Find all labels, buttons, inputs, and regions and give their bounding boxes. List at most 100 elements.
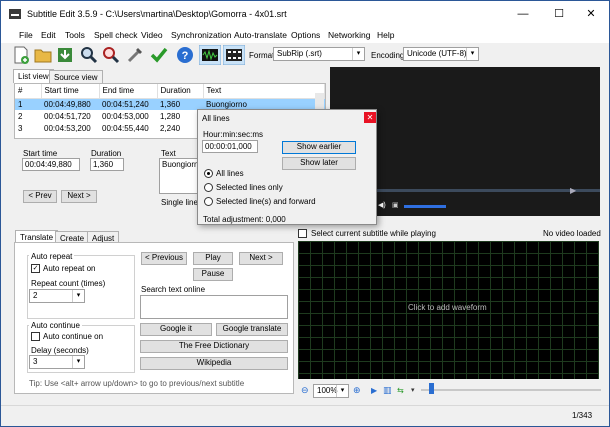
waveform-panel[interactable]: Click to add waveform xyxy=(298,241,599,379)
menu-edit[interactable]: Edit xyxy=(41,30,56,40)
replace-icon[interactable] xyxy=(101,45,121,65)
help-icon[interactable]: ? xyxy=(175,45,195,65)
menu-options[interactable]: Options xyxy=(291,30,320,40)
pause-button[interactable]: Pause xyxy=(193,268,233,281)
waveform-toggle-icon[interactable] xyxy=(199,45,221,65)
save-icon[interactable] xyxy=(55,45,75,65)
status-bar: 1/343 xyxy=(1,405,609,426)
fullscreen-icon[interactable]: ▣ xyxy=(392,201,399,209)
free-dictionary-button[interactable]: The Free Dictionary xyxy=(140,340,288,353)
search-text-input[interactable] xyxy=(140,295,288,319)
maximize-button[interactable]: ☐ xyxy=(541,1,577,27)
spell-check-icon[interactable] xyxy=(149,45,169,65)
menu-help[interactable]: Help xyxy=(377,30,394,40)
menu-bar: File Edit Tools Spell check Video Synchr… xyxy=(1,27,609,43)
close-button[interactable]: ✕ xyxy=(573,1,609,27)
menu-video[interactable]: Video xyxy=(141,30,163,40)
volume-icon[interactable]: ◀) xyxy=(378,201,386,209)
menu-auto-translate[interactable]: Auto-translate xyxy=(234,30,287,40)
menu-networking[interactable]: Networking xyxy=(328,30,371,40)
new-file-icon[interactable] xyxy=(11,45,31,65)
menu-tools[interactable]: Tools xyxy=(65,30,85,40)
table-cell: 3 xyxy=(18,123,23,133)
open-folder-icon[interactable] xyxy=(33,45,53,65)
table-cell: 00:04:49,880 xyxy=(41,98,99,110)
prev-subtitle-button[interactable]: < Prev xyxy=(23,190,57,203)
tab-list-view[interactable]: List view xyxy=(13,69,54,83)
table-header: # Start time End time Duration Text xyxy=(15,84,325,99)
zoom-out-icon[interactable]: ⊖ xyxy=(301,385,309,396)
encoding-label: Encoding xyxy=(371,51,405,60)
minimize-button[interactable]: — xyxy=(505,1,541,27)
auto-repeat-title: Auto repeat xyxy=(29,252,75,261)
zoom-select[interactable]: 100% ▾ xyxy=(313,384,349,398)
start-time-label: Start time xyxy=(23,149,58,158)
auto-repeat-checkbox[interactable]: ✓ xyxy=(31,264,40,273)
previous-button[interactable]: < Previous xyxy=(141,252,187,265)
fix-errors-icon[interactable] xyxy=(125,45,145,65)
auto-continue-checkbox[interactable] xyxy=(31,332,40,341)
delay-select[interactable]: 3 ▾ xyxy=(29,355,85,369)
adjust-all-lines-dialog: All lines ✕ Hour:min:sec:ms 00:00:01,000… xyxy=(197,109,377,225)
selected-and-forward-radio[interactable] xyxy=(204,197,213,206)
table-cell: 00:04:51,720 xyxy=(44,111,91,121)
chevron-down-icon: ▾ xyxy=(352,48,364,60)
menu-spell-check[interactable]: Spell check xyxy=(94,30,137,40)
table-cell: 00:04:55,440 xyxy=(102,123,149,133)
chevron-down-icon: ▾ xyxy=(336,385,348,397)
delay-value: 3 xyxy=(33,357,38,366)
encoding-select[interactable]: Unicode (UTF-8) ▾ xyxy=(403,47,479,61)
column-header[interactable]: # xyxy=(15,84,42,99)
next-button[interactable]: Next > xyxy=(239,252,283,265)
table-cell: 1 xyxy=(15,98,41,110)
subtitle-text-editor[interactable]: Buongiorn xyxy=(159,158,199,194)
show-earlier-button[interactable]: Show earlier xyxy=(282,141,356,154)
duration-input[interactable]: 1,360 xyxy=(90,158,124,171)
set-position-icon[interactable]: ▥ xyxy=(383,385,392,396)
google-it-button[interactable]: Google it xyxy=(140,323,212,336)
seek-forward-icon[interactable]: ▶ xyxy=(570,186,576,195)
position-slider[interactable] xyxy=(421,389,601,391)
all-lines-radio[interactable] xyxy=(204,169,213,178)
find-icon[interactable] xyxy=(79,45,99,65)
show-later-button[interactable]: Show later xyxy=(282,157,356,170)
play-icon[interactable]: ▶ xyxy=(371,386,377,395)
column-header[interactable]: End time xyxy=(99,84,158,99)
selected-and-forward-label: Selected line(s) and forward xyxy=(216,197,316,206)
format-select[interactable]: SubRip (.srt) ▾ xyxy=(273,47,365,61)
volume-slider[interactable] xyxy=(404,205,446,208)
next-subtitle-button[interactable]: Next > xyxy=(61,190,97,203)
play-button[interactable]: Play xyxy=(193,252,233,265)
column-header[interactable]: Start time xyxy=(41,84,100,99)
menu-file[interactable]: File xyxy=(19,30,33,40)
video-toggle-icon[interactable] xyxy=(223,45,245,65)
select-current-subtitle-checkbox[interactable] xyxy=(298,229,307,238)
zoom-in-icon[interactable]: ⊕ xyxy=(353,385,361,396)
google-translate-button[interactable]: Google translate xyxy=(216,323,288,336)
repeat-count-select[interactable]: 2 ▾ xyxy=(29,289,85,303)
dialog-close-icon[interactable]: ✕ xyxy=(364,112,376,123)
format-value: SubRip (.srt) xyxy=(277,49,322,58)
chevron-down-icon: ▾ xyxy=(466,48,478,60)
chevron-down-icon[interactable]: ▾ xyxy=(411,386,415,394)
click-to-add-waveform-label: Click to add waveform xyxy=(408,303,487,312)
column-header[interactable]: Duration xyxy=(157,84,204,99)
column-header[interactable]: Text xyxy=(203,84,325,99)
position-slider-handle[interactable] xyxy=(429,383,434,394)
menu-synchronization[interactable]: Synchronization xyxy=(171,30,231,40)
no-video-loaded-label: No video loaded xyxy=(543,229,601,238)
chevron-down-icon: ▾ xyxy=(72,290,84,302)
table-cell: 00:04:53,000 xyxy=(102,111,149,121)
table-cell: 2 xyxy=(18,111,23,121)
wikipedia-button[interactable]: Wikipedia xyxy=(140,357,288,370)
encoding-value: Unicode (UTF-8) xyxy=(407,49,467,58)
duration-label: Duration xyxy=(91,149,122,158)
navigation-arrows-icon[interactable]: ⇆ xyxy=(397,386,404,395)
selected-lines-only-radio[interactable] xyxy=(204,183,213,192)
start-time-input[interactable]: 00:04:49,880 xyxy=(22,158,80,171)
zoom-value: 100% xyxy=(317,386,338,395)
tab-source-view[interactable]: Source view xyxy=(49,70,103,84)
repeat-count-value: 2 xyxy=(33,291,38,300)
delay-label: Delay (seconds) xyxy=(31,346,89,355)
adjust-time-input[interactable]: 00:00:01,000 xyxy=(202,140,258,153)
